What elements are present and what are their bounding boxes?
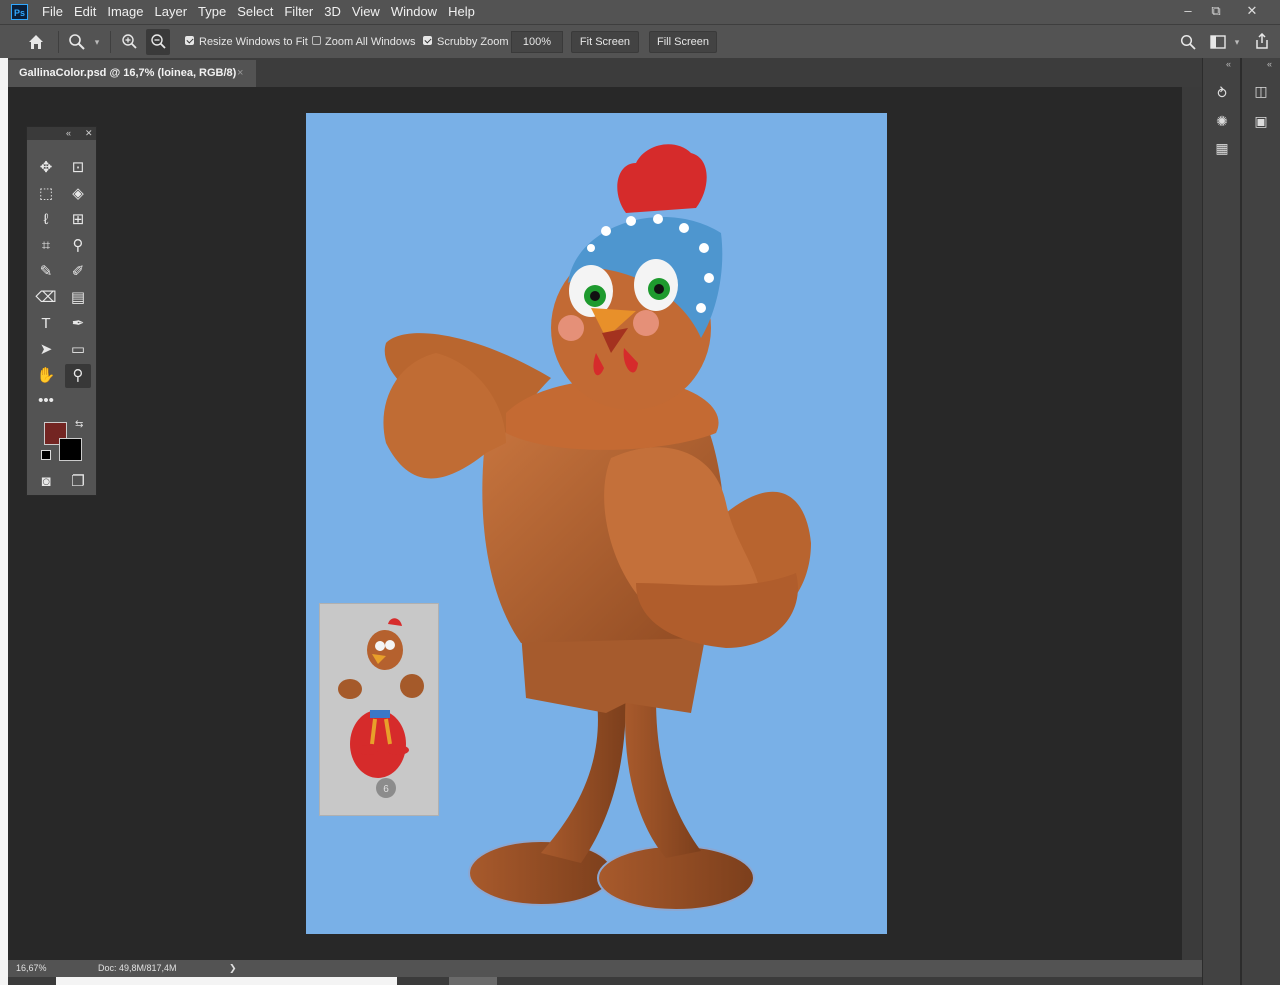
- document-tab-label: GallinaColor.psd @ 16,7% (loinea, RGB/8): [19, 67, 237, 79]
- layers-panel-icon[interactable]: ▣: [1250, 110, 1272, 132]
- zoom-tool-icon[interactable]: ⚲: [65, 364, 91, 388]
- zoom-in-button[interactable]: [118, 25, 140, 59]
- hand-tool-icon[interactable]: ✋: [33, 364, 59, 388]
- fit-screen-button[interactable]: Fit Screen: [571, 31, 639, 53]
- vertical-scrollbar[interactable]: [1182, 87, 1202, 960]
- menu-filter[interactable]: Filter: [284, 0, 313, 24]
- object-selection-tool-icon[interactable]: ⊞: [65, 208, 91, 232]
- crop-tool-icon[interactable]: ⌗: [33, 234, 59, 258]
- menu-file[interactable]: File: [42, 0, 63, 24]
- photoshop-logo-icon[interactable]: Ps: [11, 4, 28, 20]
- workspace-icon: [1210, 35, 1226, 49]
- zoom-in-icon: [121, 34, 137, 49]
- swap-colors-icon[interactable]: ⇆: [75, 419, 83, 430]
- tools-panel: « ✕ ✥ ⊡ ⬚ ◈ ℓ ⊞ ⌗ ⚲ ✎ ✐ ⌫ ▤ T ✒ ➤ ▭ ✋ ⚲ …: [26, 126, 97, 496]
- close-icon[interactable]: ✕: [85, 127, 93, 140]
- lasso-tool-icon[interactable]: ℓ: [33, 208, 59, 232]
- status-bar: 16,67% Doc: 49,8M/817,4M ❯: [8, 960, 1202, 977]
- more-tools-icon[interactable]: •••: [33, 389, 59, 413]
- navigator-badge: 6: [383, 784, 389, 795]
- menu-select[interactable]: Select: [237, 0, 273, 24]
- resize-windows-checkbox[interactable]: [185, 36, 194, 45]
- tools-panel-header[interactable]: « ✕: [27, 127, 96, 140]
- eyedropper-tool-icon[interactable]: ✎: [33, 260, 59, 284]
- quick-select-tool-icon[interactable]: ⚲: [65, 234, 91, 258]
- separator: [110, 31, 111, 53]
- status-menu-arrow[interactable]: ❯: [229, 960, 237, 977]
- quick-mask-icon[interactable]: ◙: [33, 470, 59, 494]
- menu-help[interactable]: Help: [448, 0, 475, 24]
- menu-items: File Edit Image Layer Type Select Filter…: [42, 0, 486, 24]
- zoom-out-button[interactable]: [146, 29, 170, 55]
- screen-mode-icon[interactable]: ❐: [65, 470, 91, 494]
- document-tab[interactable]: GallinaColor.psd @ 16,7% (loinea, RGB/8)…: [8, 60, 256, 87]
- chevron-down-icon[interactable]: ▾: [1231, 25, 1243, 59]
- menu-3d[interactable]: 3D: [324, 0, 341, 24]
- fill-screen-button[interactable]: Fill Screen: [649, 31, 717, 53]
- zoom-level[interactable]: 16,67%: [16, 960, 47, 977]
- desktop-edge: [0, 58, 8, 985]
- share-icon: [1256, 32, 1268, 49]
- default-colors-icon[interactable]: [41, 450, 51, 460]
- options-bar: ▾ Resize Windows to Fit Zoom All Windows…: [0, 24, 1280, 58]
- artboard-tool-icon[interactable]: ⊡: [65, 156, 91, 180]
- collapse-icon[interactable]: «: [66, 127, 71, 140]
- zoom-tool-icon: [69, 34, 85, 50]
- scrubby-zoom-label: Scrubby Zoom: [437, 36, 509, 48]
- swatches-panel-icon[interactable]: ▦: [1211, 137, 1233, 159]
- type-tool-icon[interactable]: T: [33, 312, 59, 336]
- brush-tool-icon[interactable]: ✐: [65, 260, 91, 284]
- zoom-out-icon: [150, 34, 166, 49]
- chevron-down-icon[interactable]: ▾: [90, 25, 104, 59]
- desktop-edge: [56, 977, 397, 985]
- tool-preset-picker[interactable]: [66, 25, 88, 59]
- reference-thumbnail[interactable]: 6: [319, 603, 439, 816]
- collapse-icon[interactable]: «: [1267, 59, 1272, 69]
- home-button[interactable]: [24, 25, 48, 59]
- marquee-tool-icon[interactable]: ⬚: [33, 182, 59, 206]
- gradient-tool-icon[interactable]: ▤: [65, 286, 91, 310]
- home-icon: [29, 35, 43, 49]
- menu-layer[interactable]: Layer: [155, 0, 188, 24]
- document-tab-bar: GallinaColor.psd @ 16,7% (loinea, RGB/8)…: [8, 58, 1202, 87]
- search-button[interactable]: [1177, 25, 1199, 59]
- menu-edit[interactable]: Edit: [74, 0, 96, 24]
- resize-windows-label: Resize Windows to Fit: [199, 36, 308, 48]
- properties-panel-icon[interactable]: ◫: [1250, 80, 1272, 102]
- menu-window[interactable]: Window: [391, 0, 437, 24]
- rectangle-tool-icon[interactable]: ▭: [65, 338, 91, 362]
- menu-type[interactable]: Type: [198, 0, 226, 24]
- separator: [58, 31, 59, 53]
- collapse-icon[interactable]: «: [1226, 59, 1231, 69]
- move-tool-icon[interactable]: ✥: [33, 156, 59, 180]
- eraser-tool-icon[interactable]: ⌫: [33, 286, 59, 310]
- restore-button[interactable]: ⧉: [1200, 0, 1232, 24]
- zoom-percent-field[interactable]: 100%: [511, 31, 563, 53]
- close-window-button[interactable]: ✕: [1236, 0, 1268, 24]
- search-icon: [1180, 34, 1196, 50]
- color-panel-icon[interactable]: ✺: [1211, 110, 1233, 132]
- scrubby-zoom-checkbox[interactable]: [423, 36, 432, 45]
- history-panel-icon[interactable]: ⥁: [1211, 82, 1233, 104]
- pen-tool-icon[interactable]: ✒: [65, 312, 91, 336]
- path-selection-tool-icon[interactable]: ➤: [33, 338, 59, 362]
- menu-bar: Ps File Edit Image Layer Type Select Fil…: [0, 0, 1280, 24]
- background-color-swatch[interactable]: [59, 438, 82, 461]
- zoom-all-windows-label: Zoom All Windows: [325, 36, 416, 48]
- paint-bucket-tool-icon[interactable]: ◈: [65, 182, 91, 206]
- close-tab-icon[interactable]: ×: [237, 60, 243, 87]
- menu-image[interactable]: Image: [107, 0, 143, 24]
- workspace-switcher[interactable]: [1207, 25, 1229, 59]
- reference-hen-image: 6: [338, 618, 424, 798]
- collapsed-panel-column-2: « ◫ ▣: [1240, 58, 1280, 985]
- scrollbar-thumb[interactable]: [449, 977, 497, 985]
- zoom-all-windows-checkbox[interactable]: [312, 36, 321, 45]
- menu-view[interactable]: View: [352, 0, 380, 24]
- share-button[interactable]: [1251, 25, 1273, 59]
- collapsed-panel-column-1: « ⥁ ✺ ▦: [1202, 58, 1240, 985]
- document-size: Doc: 49,8M/817,4M: [98, 963, 177, 973]
